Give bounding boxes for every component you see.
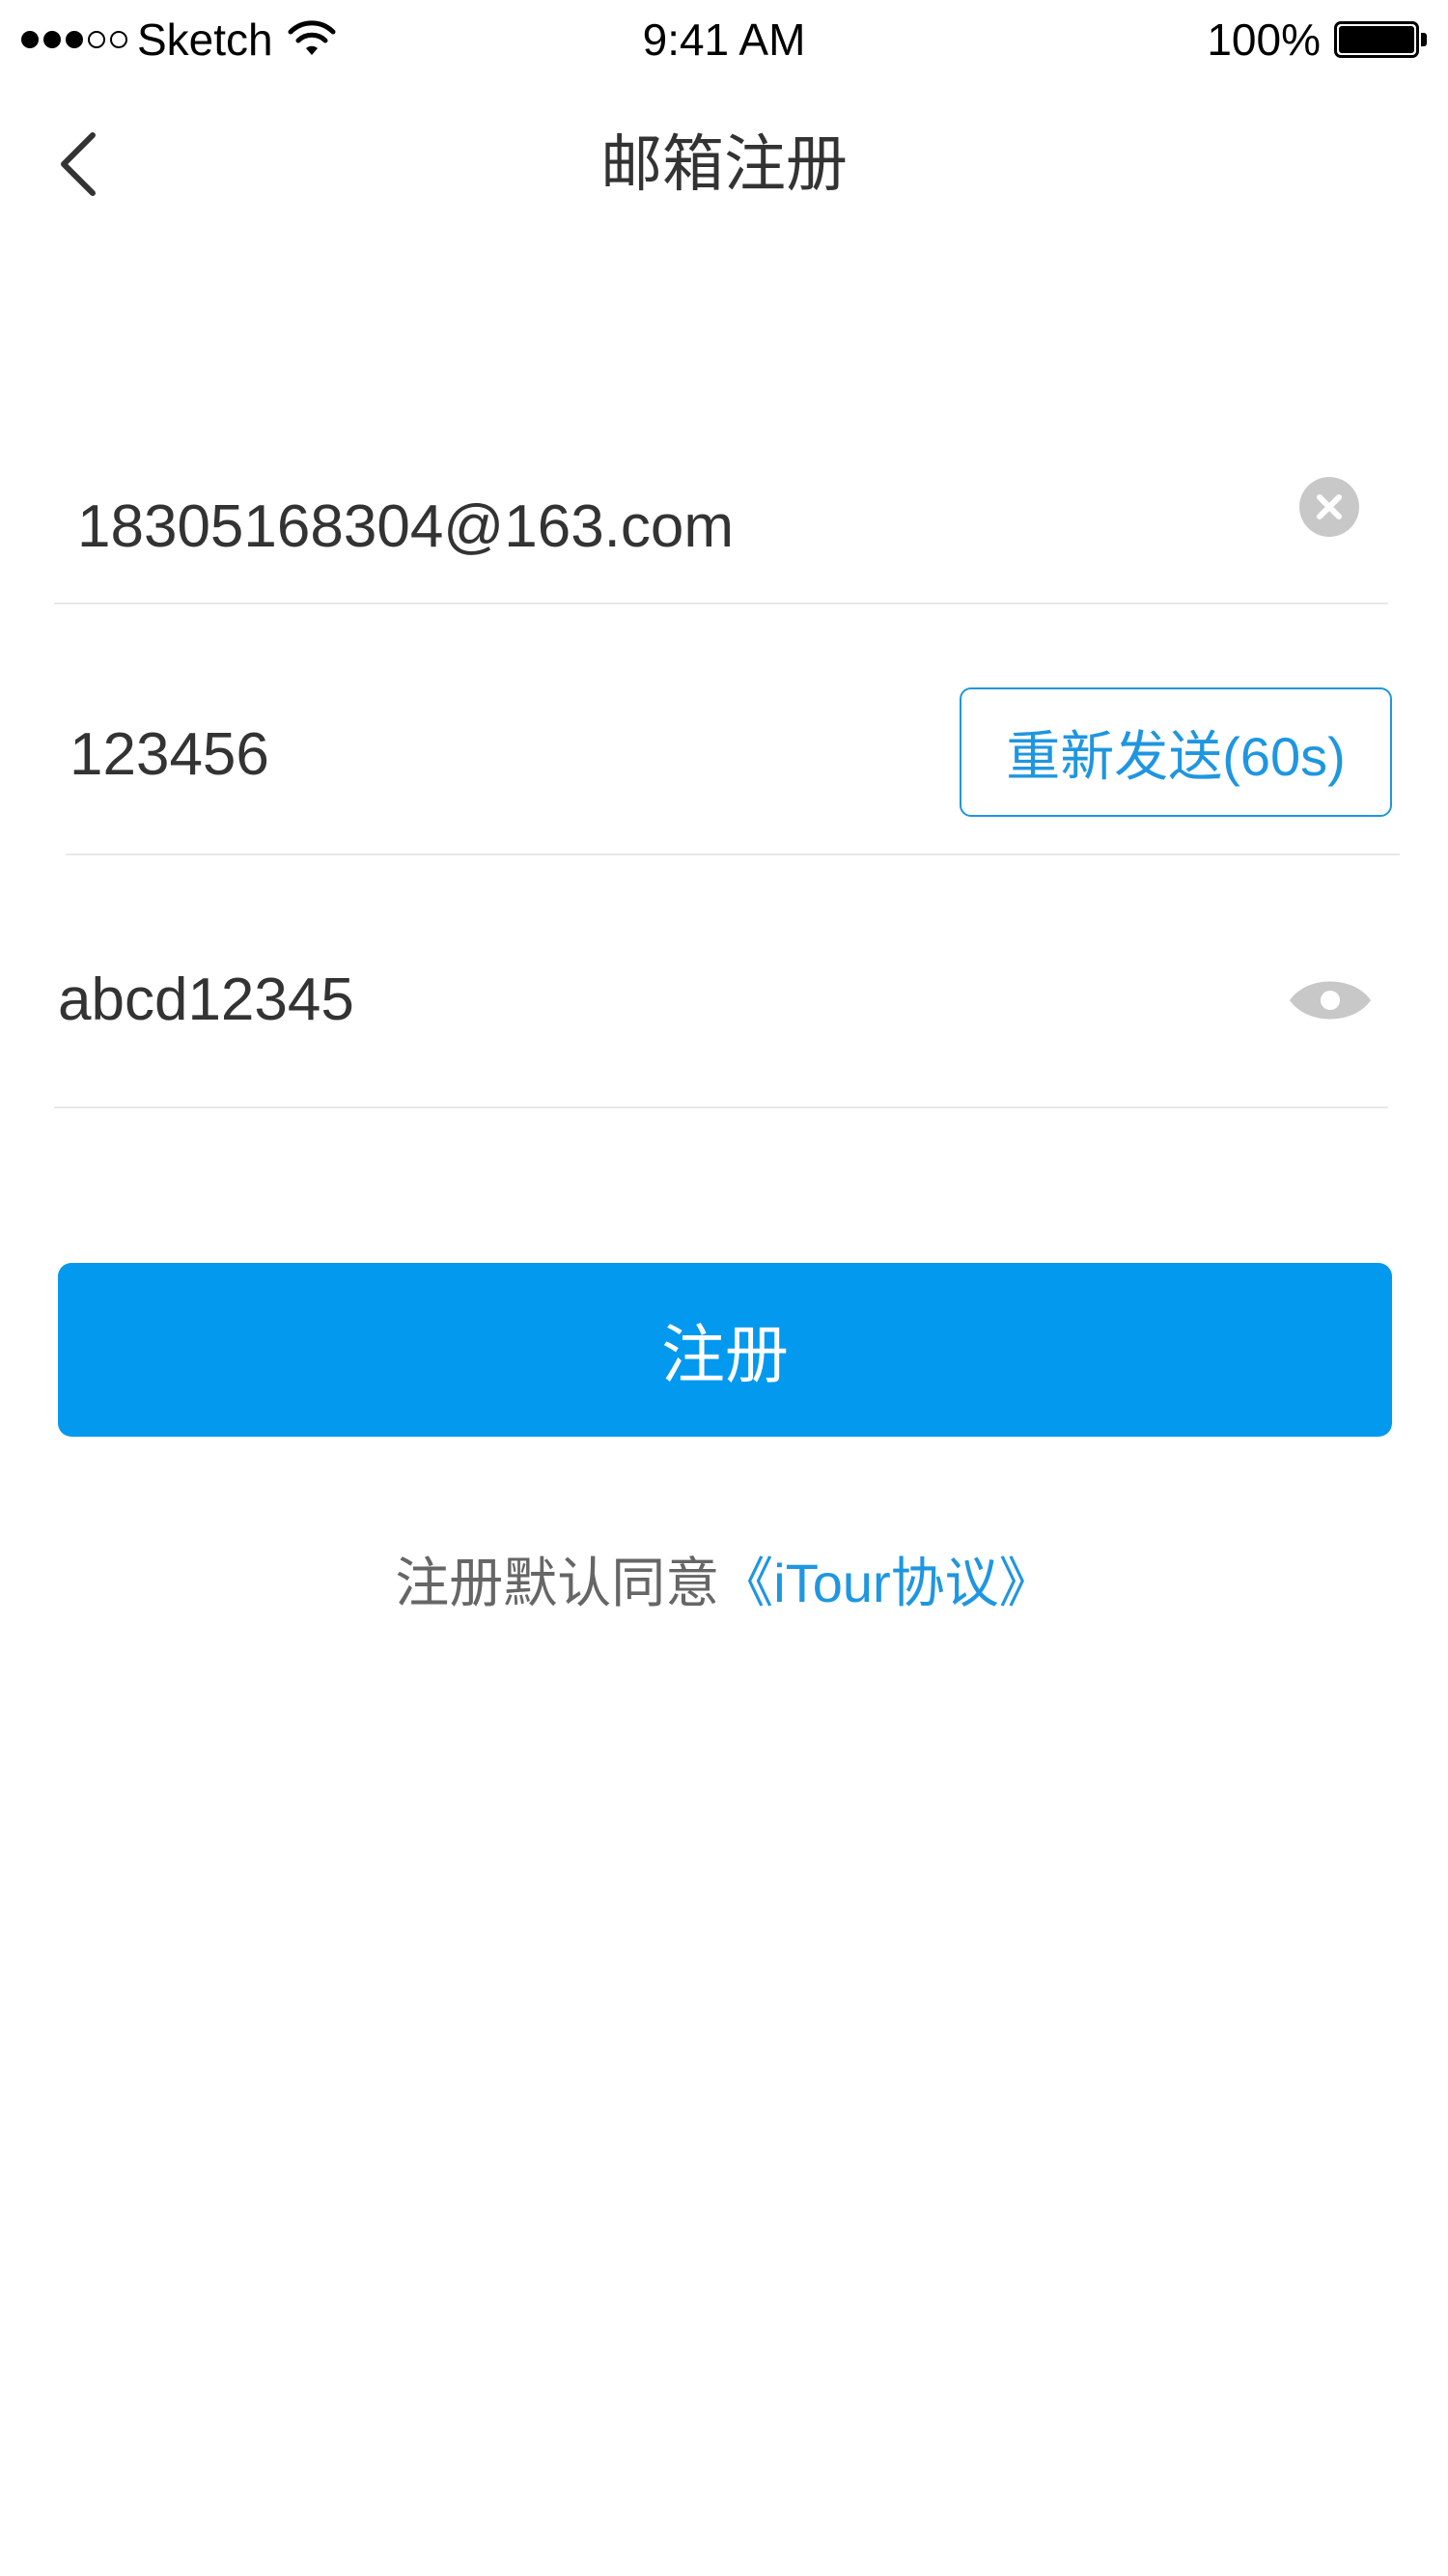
verification-code-field[interactable]	[70, 701, 900, 807]
password-row	[0, 917, 1448, 1110]
email-divider	[54, 602, 1388, 604]
status-bar: Sketch 9:41 AM 100%	[0, 0, 1448, 77]
agreement-link[interactable]: 《iTour协议》	[719, 1553, 1052, 1613]
register-button[interactable]: 注册	[58, 1263, 1392, 1437]
status-right: 100%	[1207, 14, 1427, 66]
password-divider	[54, 1106, 1388, 1108]
email-row	[0, 444, 1448, 604]
clear-icon[interactable]	[1299, 477, 1359, 537]
nav-bar: 邮箱注册	[0, 77, 1448, 251]
email-field[interactable]	[77, 473, 1236, 579]
page-title: 邮箱注册	[600, 129, 848, 199]
code-row: 重新发送(60s)	[0, 666, 1448, 859]
battery-icon	[1334, 21, 1427, 58]
agreement-notice: 注册默认同意《iTour协议》	[0, 1545, 1448, 1622]
code-divider	[66, 854, 1400, 855]
password-field[interactable]	[58, 946, 1216, 1052]
agreement-text: 注册默认同意	[395, 1553, 720, 1613]
eye-icon[interactable]	[1288, 973, 1373, 1027]
resend-code-button[interactable]: 重新发送(60s)	[960, 687, 1392, 817]
battery-percent: 100%	[1207, 14, 1321, 65]
